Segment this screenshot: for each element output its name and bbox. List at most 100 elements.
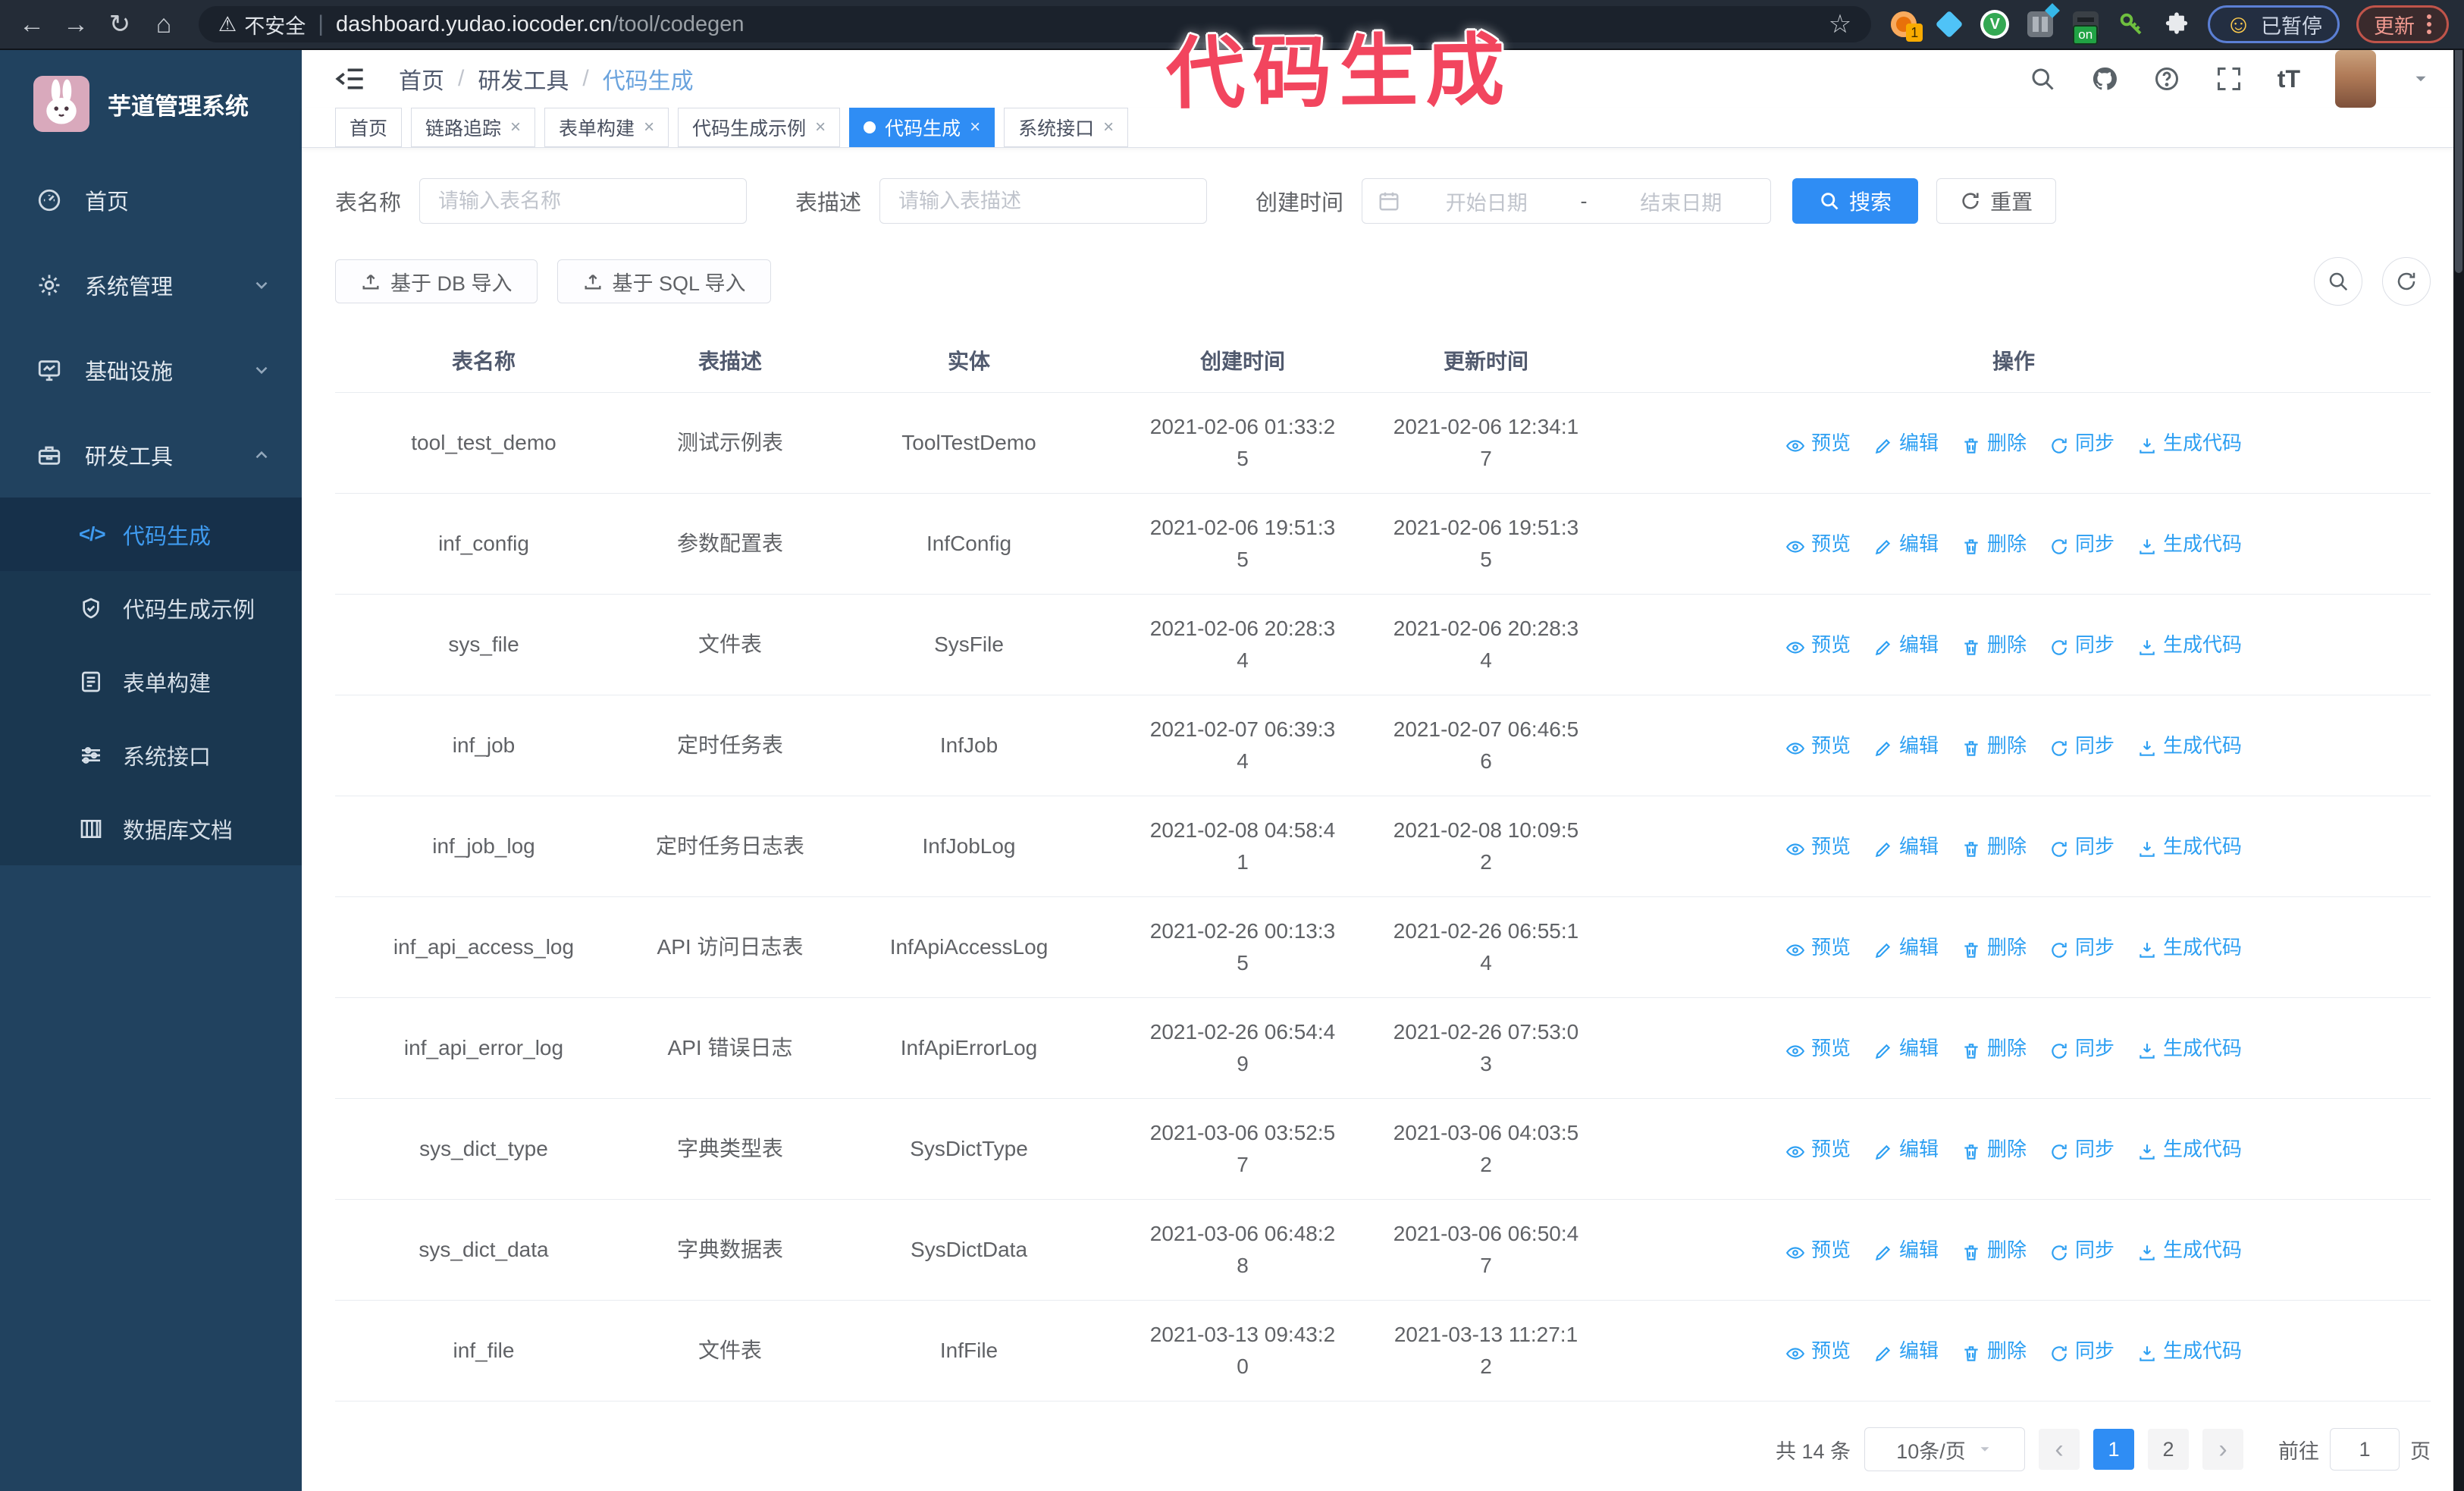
action-edit[interactable]: 编辑 [1873, 931, 1939, 963]
action-generate-code[interactable]: 生成代码 [2137, 1133, 2242, 1165]
table-row[interactable]: inf_config 参数配置表 InfConfig 2021-02-06 19… [335, 494, 2431, 595]
tab-system-api[interactable]: 系统接口 × [1004, 108, 1129, 147]
action-delete[interactable]: 删除 [1961, 1032, 2027, 1064]
action-sync[interactable]: 同步 [2049, 830, 2114, 862]
action-generate-code[interactable]: 生成代码 [2137, 730, 2242, 761]
action-edit[interactable]: 编辑 [1873, 528, 1939, 560]
sidebar-item-form-builder[interactable]: 表单构建 [0, 645, 302, 718]
extension-key-icon[interactable] [2117, 10, 2146, 39]
home-icon[interactable]: ⌂ [147, 8, 180, 41]
action-sync[interactable]: 同步 [2049, 427, 2114, 459]
page-button-2[interactable]: 2 [2148, 1429, 2189, 1470]
action-edit[interactable]: 编辑 [1873, 1335, 1939, 1367]
avatar[interactable] [2335, 50, 2376, 108]
import-sql-button[interactable]: 基于 SQL 导入 [556, 259, 771, 303]
action-generate-code[interactable]: 生成代码 [2137, 427, 2242, 459]
table-row[interactable]: sys_dict_data 字典数据表 SysDictData 2021-03-… [335, 1200, 2431, 1301]
action-preview[interactable]: 预览 [1785, 427, 1851, 459]
action-delete[interactable]: 删除 [1961, 427, 2027, 459]
sidebar-item-database-doc[interactable]: 数据库文档 [0, 792, 302, 865]
action-edit[interactable]: 编辑 [1873, 830, 1939, 862]
tab-form-builder[interactable]: 表单构建 × [544, 108, 669, 147]
page-button-1[interactable]: 1 [2093, 1429, 2134, 1470]
table-row[interactable]: inf_api_error_log API 错误日志 InfApiErrorLo… [335, 998, 2431, 1099]
action-delete[interactable]: 删除 [1961, 1335, 2027, 1367]
address-bar[interactable]: ⚠ 不安全 | dashboard.yudao.iocoder.cn/tool/… [199, 6, 1872, 42]
action-generate-code[interactable]: 生成代码 [2137, 830, 2242, 862]
action-generate-code[interactable]: 生成代码 [2137, 1234, 2242, 1266]
goto-page-input[interactable] [2330, 1428, 2400, 1471]
reset-button[interactable]: 重置 [1936, 178, 2057, 224]
action-delete[interactable]: 删除 [1961, 528, 2027, 560]
action-sync[interactable]: 同步 [2049, 1133, 2114, 1165]
browser-menu-icon[interactable] [2427, 14, 2431, 34]
action-edit[interactable]: 编辑 [1873, 1234, 1939, 1266]
question-icon[interactable] [2153, 65, 2180, 93]
bookmark-star-icon[interactable]: ☆ [1829, 9, 1851, 39]
breadcrumb-dev-tools[interactable]: 研发工具 [478, 62, 569, 96]
table-desc-input[interactable] [879, 178, 1208, 224]
page-size-select[interactable]: 10条/页 [1864, 1427, 2025, 1471]
action-preview[interactable]: 预览 [1785, 629, 1851, 661]
table-row[interactable]: sys_file 文件表 SysFile 2021-02-06 20:28:34… [335, 595, 2431, 695]
action-delete[interactable]: 删除 [1961, 830, 2027, 862]
close-icon[interactable]: × [644, 118, 654, 137]
action-delete[interactable]: 删除 [1961, 1234, 2027, 1266]
forward-icon[interactable]: → [59, 8, 92, 41]
table-row[interactable]: inf_job_log 定时任务日志表 InfJobLog 2021-02-08… [335, 796, 2431, 897]
close-icon[interactable]: × [970, 118, 980, 137]
fullscreen-icon[interactable] [2215, 65, 2243, 93]
date-range-picker[interactable]: 开始日期 - 结束日期 [1362, 178, 1772, 224]
action-sync[interactable]: 同步 [2049, 528, 2114, 560]
action-generate-code[interactable]: 生成代码 [2137, 629, 2242, 661]
sidebar-item-home[interactable]: 首页 [0, 158, 302, 243]
action-generate-code[interactable]: 生成代码 [2137, 528, 2242, 560]
extension-orange-icon[interactable]: 1 [1889, 10, 1923, 42]
close-icon[interactable]: × [510, 118, 521, 137]
search-icon[interactable] [2029, 65, 2056, 93]
scrollbar[interactable] [2453, 0, 2464, 1491]
not-secure-warning[interactable]: ⚠ 不安全 [218, 10, 306, 39]
action-edit[interactable]: 编辑 [1873, 730, 1939, 761]
github-icon[interactable] [2091, 65, 2118, 93]
action-delete[interactable]: 删除 [1961, 1133, 2027, 1165]
action-preview[interactable]: 预览 [1785, 1032, 1851, 1064]
show-search-button[interactable] [2314, 257, 2362, 306]
action-delete[interactable]: 删除 [1961, 629, 2027, 661]
url-text[interactable]: dashboard.yudao.iocoder.cn/tool/codegen [336, 12, 745, 37]
action-edit[interactable]: 编辑 [1873, 629, 1939, 661]
sidebar-item-infrastructure[interactable]: 基础设施 [0, 328, 302, 413]
table-row[interactable]: inf_api_access_log API 访问日志表 InfApiAcces… [335, 897, 2431, 998]
next-page-button[interactable]: › [2202, 1429, 2243, 1470]
action-generate-code[interactable]: 生成代码 [2137, 1335, 2242, 1367]
back-icon[interactable]: ← [15, 8, 49, 41]
chevron-down-icon[interactable] [2411, 69, 2431, 89]
reload-icon[interactable]: ↻ [103, 8, 136, 41]
breadcrumb-home[interactable]: 首页 [399, 62, 444, 96]
chrome-update-button[interactable]: 更新 [2356, 5, 2449, 43]
tab-home[interactable]: 首页 [335, 108, 403, 147]
search-button[interactable]: 搜索 [1792, 178, 1919, 224]
end-date-placeholder[interactable]: 结束日期 [1607, 187, 1756, 216]
prev-page-button[interactable]: ‹ [2039, 1429, 2080, 1470]
table-row[interactable]: inf_job 定时任务表 InfJob 2021-02-07 06:39:34… [335, 695, 2431, 796]
action-sync[interactable]: 同步 [2049, 1335, 2114, 1367]
action-delete[interactable]: 删除 [1961, 730, 2027, 761]
action-edit[interactable]: 编辑 [1873, 1032, 1939, 1064]
action-delete[interactable]: 删除 [1961, 931, 2027, 963]
start-date-placeholder[interactable]: 开始日期 [1412, 187, 1561, 216]
action-sync[interactable]: 同步 [2049, 730, 2114, 761]
action-edit[interactable]: 编辑 [1873, 427, 1939, 459]
action-preview[interactable]: 预览 [1785, 730, 1851, 761]
extension-shield-icon[interactable]: V [1980, 10, 2010, 39]
sidebar-item-system-api[interactable]: 系统接口 [0, 718, 302, 792]
extension-switch-icon[interactable]: on [2071, 10, 2100, 45]
tab-codegen[interactable]: 代码生成 × [849, 108, 995, 147]
action-preview[interactable]: 预览 [1785, 931, 1851, 963]
sidebar-toggle-icon[interactable] [335, 64, 365, 94]
import-db-button[interactable]: 基于 DB 导入 [335, 259, 538, 303]
profile-paused-badge[interactable]: ☺ 已暂停 [2208, 5, 2340, 43]
font-size-icon[interactable]: tT [2277, 65, 2300, 93]
extension-gem-icon[interactable] [1935, 10, 1964, 39]
sidebar-item-system-management[interactable]: 系统管理 [0, 243, 302, 328]
